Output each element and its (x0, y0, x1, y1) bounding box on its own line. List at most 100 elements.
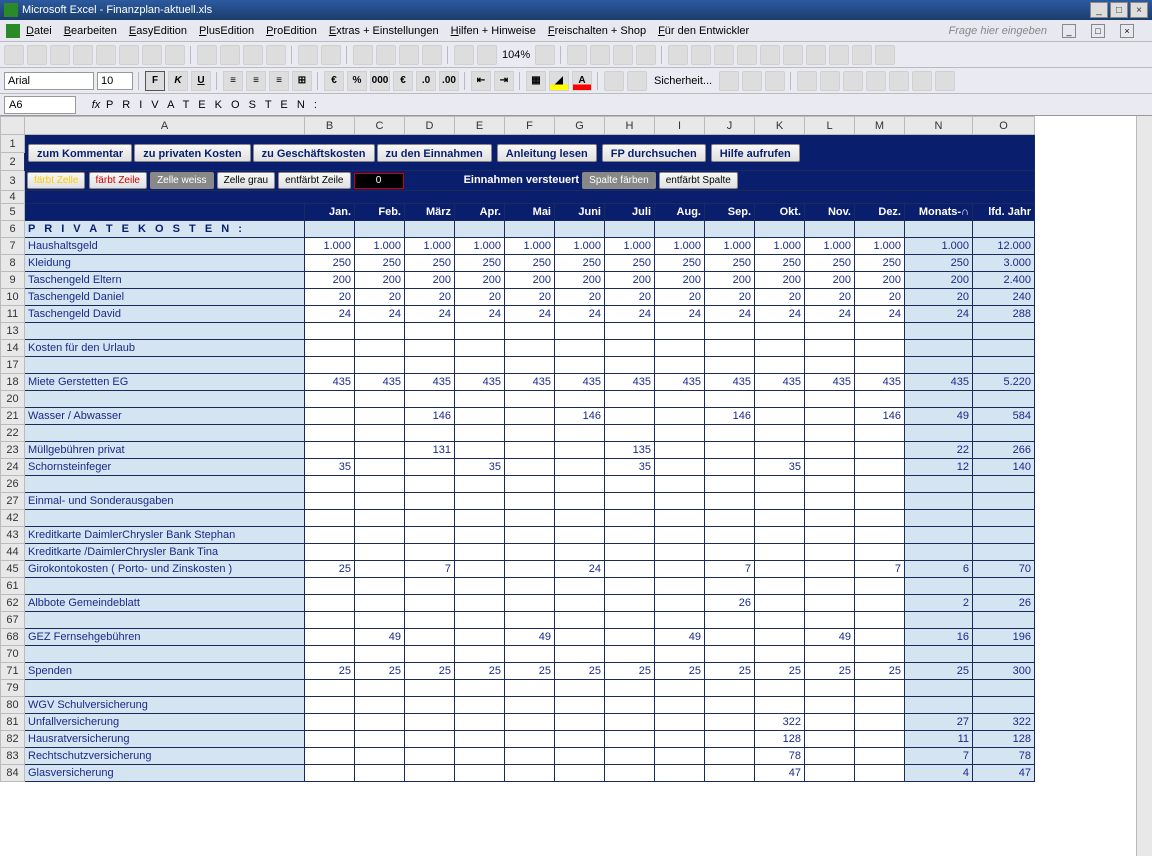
label-row-8[interactable]: Kleidung (25, 255, 305, 272)
nav-button-zuprivatenkosten[interactable]: zu privaten Kosten (134, 144, 250, 162)
ext8-icon[interactable] (737, 45, 757, 65)
cell-81-C[interactable] (355, 714, 405, 731)
cell-27-D[interactable] (405, 493, 455, 510)
menu-freischaltenshop[interactable]: Freischalten + Shop (548, 25, 646, 37)
drawing-icon[interactable] (477, 45, 497, 65)
cell-17-E[interactable] (455, 357, 505, 374)
cell-8-E[interactable]: 250 (455, 255, 505, 272)
menu-proedition[interactable]: ProEdition (266, 25, 317, 37)
cell-45-K[interactable] (755, 561, 805, 578)
col-header-O[interactable]: O (973, 117, 1035, 135)
row-header-4[interactable]: 4 (1, 191, 25, 204)
cell-18-H[interactable]: 435 (605, 374, 655, 391)
font-color-icon[interactable]: A (572, 71, 592, 91)
label-row-21[interactable]: Wasser / Abwasser (25, 408, 305, 425)
cell-81-K[interactable]: 322 (755, 714, 805, 731)
month-aug[interactable]: Aug. (655, 204, 705, 221)
cell-17-J[interactable] (705, 357, 755, 374)
cell-43-E[interactable] (455, 527, 505, 544)
cell-23-F[interactable] (505, 442, 555, 459)
row-header-13[interactable]: 13 (1, 323, 25, 340)
cell-80-B[interactable] (305, 697, 355, 714)
cell-14-B[interactable] (305, 340, 355, 357)
row-header-17[interactable]: 17 (1, 357, 25, 374)
monat-71[interactable]: 25 (905, 663, 973, 680)
cell-20-L[interactable] (805, 391, 855, 408)
label-row-27[interactable]: Einmal- und Sonderausgaben (25, 493, 305, 510)
dec-indent-icon[interactable]: ⇤ (471, 71, 491, 91)
cell-20-C[interactable] (355, 391, 405, 408)
cell-7-D[interactable]: 1.000 (405, 238, 455, 255)
label-row-26[interactable] (25, 476, 305, 493)
cell-17-M[interactable] (855, 357, 905, 374)
cell-82-L[interactable] (805, 731, 855, 748)
cell-8-I[interactable]: 250 (655, 255, 705, 272)
cell-70-F[interactable] (505, 646, 555, 663)
cell-23-B[interactable] (305, 442, 355, 459)
cell-84-B[interactable] (305, 765, 355, 782)
cell-26-F[interactable] (505, 476, 555, 493)
extra5-icon[interactable] (889, 71, 909, 91)
menu-datei[interactable]: Datei (26, 25, 52, 37)
row-header-7[interactable]: 7 (1, 238, 25, 255)
monat-20[interactable] (905, 391, 973, 408)
cell-24-L[interactable] (805, 459, 855, 476)
cell-17-F[interactable] (505, 357, 555, 374)
cell-11-F[interactable]: 24 (505, 306, 555, 323)
fx-icon[interactable]: fx (86, 99, 106, 111)
align-center-icon[interactable]: ≡ (246, 71, 266, 91)
cell-61-M[interactable] (855, 578, 905, 595)
cell-43-L[interactable] (805, 527, 855, 544)
cell-27-J[interactable] (705, 493, 755, 510)
cell-44-G[interactable] (555, 544, 605, 561)
cell-17-H[interactable] (605, 357, 655, 374)
cell-9-F[interactable]: 200 (505, 272, 555, 289)
cell-61-B[interactable] (305, 578, 355, 595)
cell-21-G[interactable]: 146 (555, 408, 605, 425)
col-header-K[interactable]: K (755, 117, 805, 135)
underline-button[interactable]: U (191, 71, 211, 91)
cell-11-E[interactable]: 24 (455, 306, 505, 323)
cell-61-J[interactable] (705, 578, 755, 595)
cell-43-K[interactable] (755, 527, 805, 544)
jahr-26[interactable] (973, 476, 1035, 493)
cell-82-E[interactable] (455, 731, 505, 748)
cell-80-H[interactable] (605, 697, 655, 714)
cell-67-I[interactable] (655, 612, 705, 629)
extra4-icon[interactable] (866, 71, 886, 91)
cell-23-G[interactable] (555, 442, 605, 459)
monat-27[interactable] (905, 493, 973, 510)
jahr-10[interactable]: 240 (973, 289, 1035, 306)
col-header-G[interactable]: G (555, 117, 605, 135)
cell-79-L[interactable] (805, 680, 855, 697)
cell-71-H[interactable]: 25 (605, 663, 655, 680)
font-selector[interactable]: Arial (4, 72, 94, 90)
cell-43-C[interactable] (355, 527, 405, 544)
row-header-45[interactable]: 45 (1, 561, 25, 578)
cell-84-I[interactable] (655, 765, 705, 782)
cell-20-B[interactable] (305, 391, 355, 408)
label-row-17[interactable] (25, 357, 305, 374)
cell-68-J[interactable] (705, 629, 755, 646)
cell-22-M[interactable] (855, 425, 905, 442)
cell-62-B[interactable] (305, 595, 355, 612)
cell-80-E[interactable] (455, 697, 505, 714)
cell-62-I[interactable] (655, 595, 705, 612)
cell-8-K[interactable]: 250 (755, 255, 805, 272)
cell-71-B[interactable]: 25 (305, 663, 355, 680)
cell-9-E[interactable]: 200 (455, 272, 505, 289)
border-icon[interactable]: ▦ (526, 71, 546, 91)
monat-17[interactable] (905, 357, 973, 374)
cell-70-M[interactable] (855, 646, 905, 663)
cell-71-I[interactable]: 25 (655, 663, 705, 680)
cell-26-C[interactable] (355, 476, 405, 493)
security-button[interactable]: Sicherheit... (650, 75, 716, 87)
col-header-H[interactable]: H (605, 117, 655, 135)
cell-67-F[interactable] (505, 612, 555, 629)
question-box[interactable]: Frage hier eingeben (949, 25, 1047, 37)
cell-82-G[interactable] (555, 731, 605, 748)
cell-23-E[interactable] (455, 442, 505, 459)
col-monat[interactable]: Monats-∩ (905, 204, 973, 221)
cell-42-H[interactable] (605, 510, 655, 527)
cell-62-M[interactable] (855, 595, 905, 612)
